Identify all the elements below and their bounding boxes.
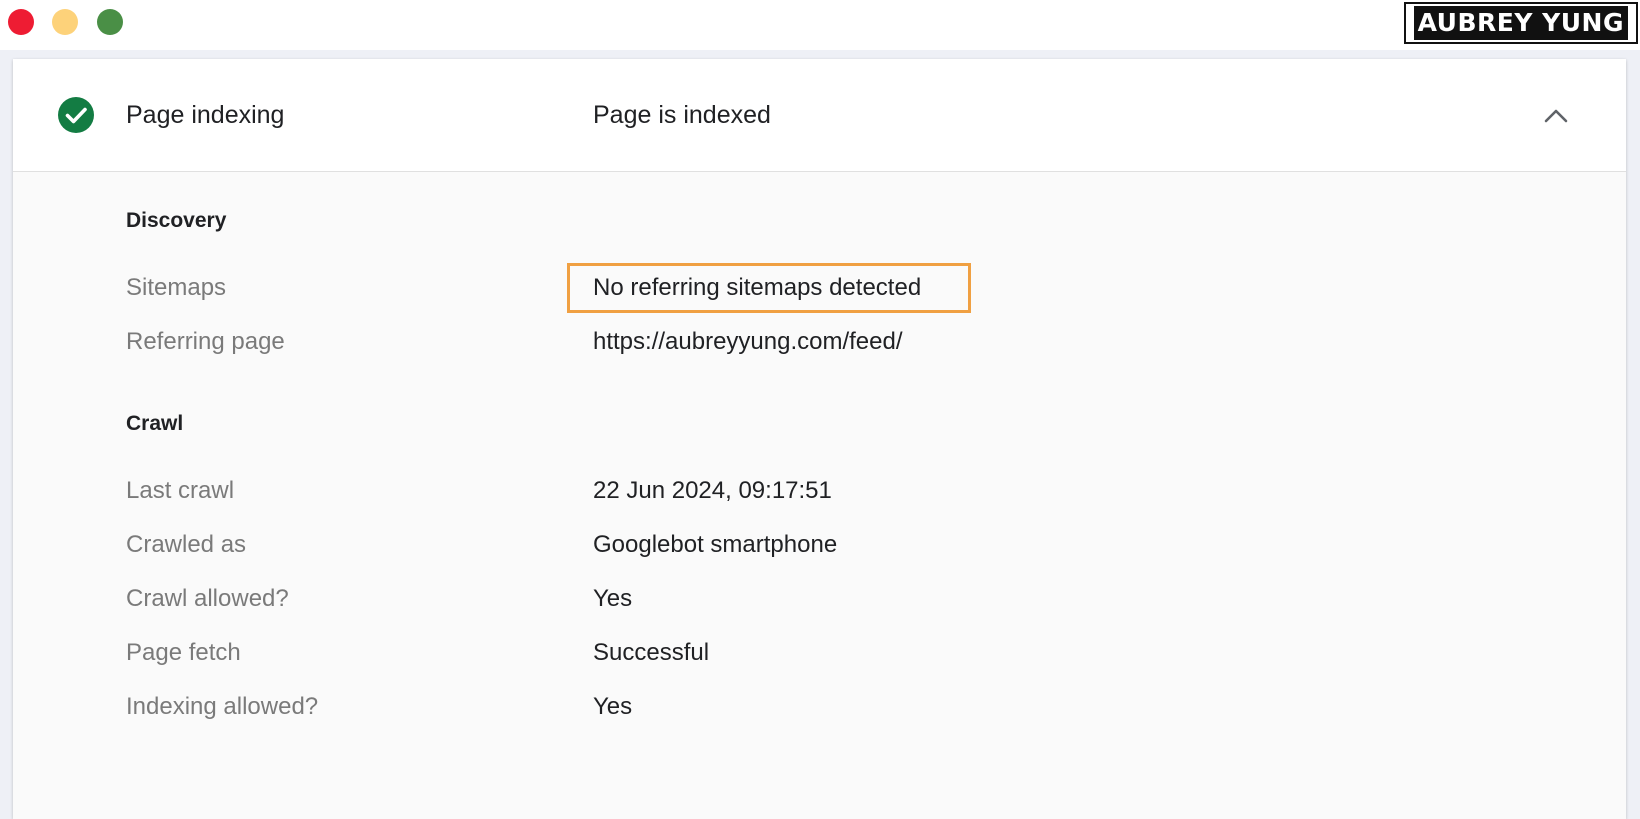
indexing-status: Page is indexed	[593, 101, 771, 129]
chevron-up-icon[interactable]	[1542, 105, 1570, 125]
row-label-crawl-allowed: Crawl allowed?	[126, 585, 289, 612]
row-label-indexing-allowed: Indexing allowed?	[126, 693, 319, 720]
row-label-referring-page: Referring page	[126, 328, 285, 355]
row-value-referring-page[interactable]: https://aubreyyung.com/feed/	[593, 327, 903, 357]
page-indexing-card: Page indexing Page is indexed Discovery …	[13, 59, 1626, 819]
section-title-discovery: Discovery	[126, 209, 227, 232]
brand-logo-text: AUBREY YUNG	[1413, 6, 1628, 40]
row-value-last-crawl: 22 Jun 2024, 09:17:51	[593, 477, 832, 504]
close-window-button[interactable]	[8, 9, 34, 35]
row-label-crawled-as: Crawled as	[126, 531, 247, 558]
row-value-sitemaps: No referring sitemaps detected	[593, 274, 922, 301]
row-value-indexing-allowed: Yes	[593, 693, 633, 720]
check-circle-icon	[58, 97, 94, 133]
row-label-last-crawl: Last crawl	[126, 477, 235, 504]
brand-logo: AUBREY YUNG	[1403, 2, 1638, 44]
card-title: Page indexing	[126, 101, 285, 129]
maximize-window-button[interactable]	[97, 9, 123, 35]
card-header[interactable]: Page indexing Page is indexed	[13, 59, 1626, 172]
minimize-window-button[interactable]	[52, 9, 78, 35]
row-value-page-fetch: Successful	[593, 639, 710, 666]
section-title-crawl: Crawl	[126, 412, 184, 435]
row-value-crawled-as: Googlebot smartphone	[593, 531, 838, 558]
row-value-crawl-allowed: Yes	[593, 585, 633, 612]
row-label-page-fetch: Page fetch	[126, 639, 241, 666]
window-titlebar: AUBREY YUNG	[0, 0, 1640, 50]
row-label-sitemaps: Sitemaps	[126, 274, 227, 301]
